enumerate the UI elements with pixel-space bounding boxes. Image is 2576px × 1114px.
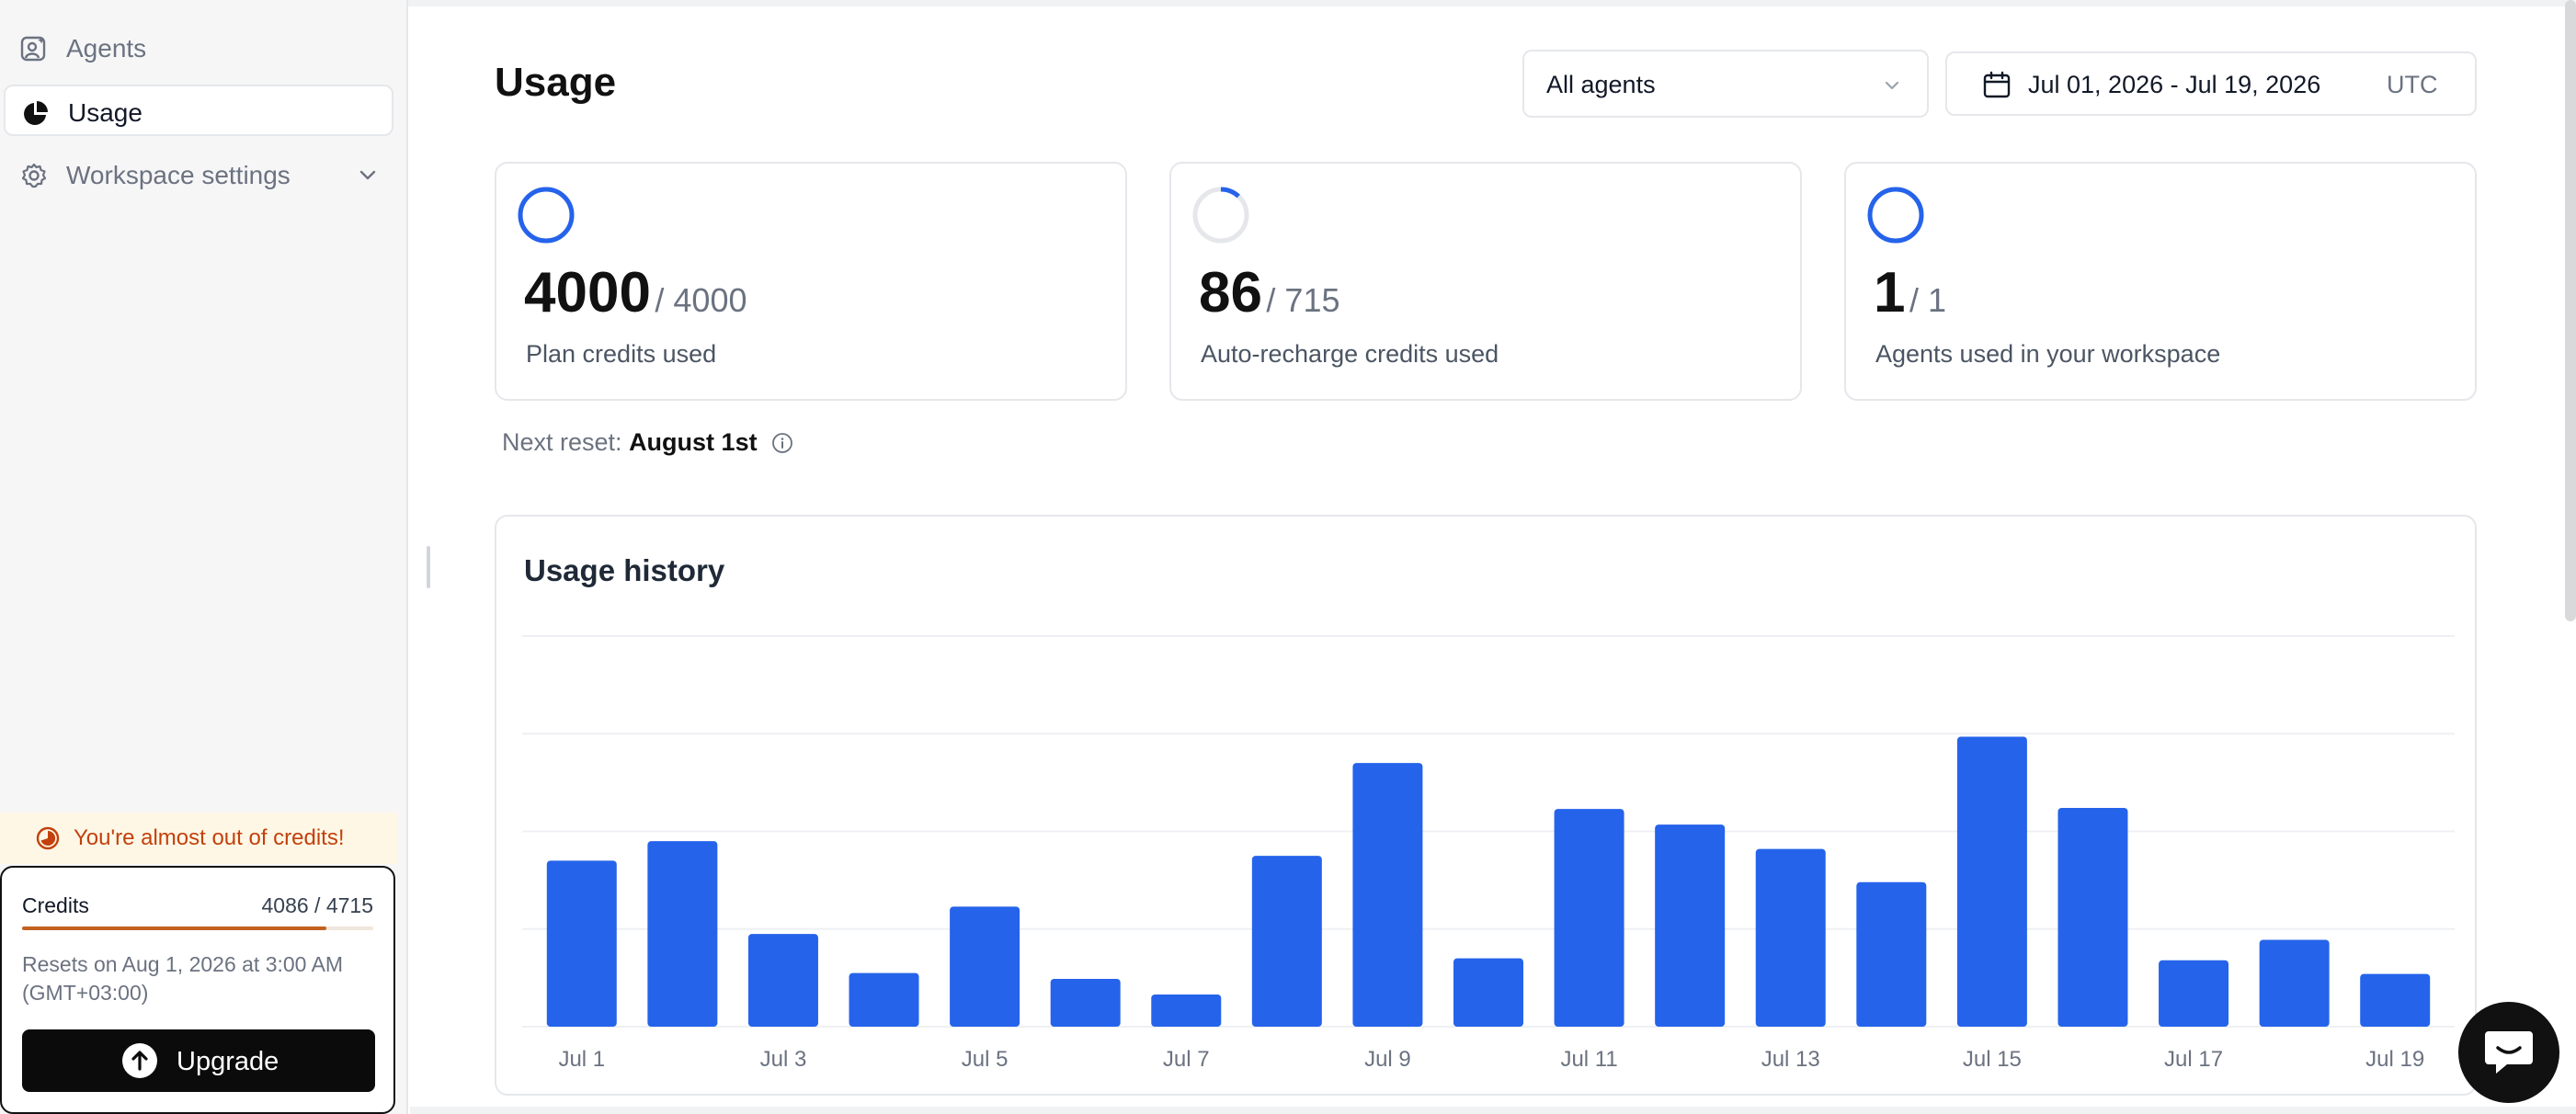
credits-reset-text: Resets on Aug 1, 2026 at 3:00 AM (GMT+03… <box>22 952 344 1005</box>
chart-bar-16[interactable] <box>2057 808 2128 1027</box>
low-credits-warning: You're almost out of credits! <box>0 813 397 864</box>
credits-card: Credits 4086 / 4715 Resets on Aug 1, 202… <box>0 866 395 1114</box>
credits-title: Credits <box>22 893 89 917</box>
progress-ring-icon <box>1192 187 1249 244</box>
stat-value: 1 <box>1874 261 1906 324</box>
chevron-down-icon[interactable] <box>357 164 379 186</box>
sidebar-item-label: Agents <box>66 34 147 63</box>
next-reset-label: Next reset: <box>502 428 622 456</box>
chart-tick-label: Jul 3 <box>760 1047 807 1072</box>
date-range-picker[interactable]: Jul 01, 2026 - Jul 19, 2026 UTC <box>1945 51 2477 116</box>
stat-total: / 715 <box>1266 281 1340 319</box>
chart-bar-1[interactable] <box>546 860 617 1027</box>
chart-tick-label: Jul 9 <box>1364 1047 1411 1072</box>
sidebar-resize-handle[interactable] <box>427 546 430 588</box>
warning-gauge-icon <box>36 826 60 850</box>
chart-tick-label: Jul 5 <box>962 1047 1009 1072</box>
usage-history-chart: Jul 1 Jul 3 Jul 5 Jul 7 Jul 9 Jul 11 Jul 13 Jul… <box>522 635 2455 1072</box>
stat-value: 4000 <box>524 261 651 324</box>
chart-bar-14[interactable] <box>1856 881 1927 1027</box>
chart-bar-10[interactable] <box>1453 958 1523 1027</box>
date-range-text: Jul 01, 2026 - Jul 19, 2026 <box>2028 71 2321 98</box>
bottom-border <box>410 1107 2576 1114</box>
chart-bar-15[interactable] <box>1956 736 2027 1027</box>
info-icon[interactable] <box>771 432 793 454</box>
agent-filter-select[interactable]: All agents <box>1522 50 1929 118</box>
page-scrollbar[interactable] <box>2565 0 2576 621</box>
stat-label: Auto-recharge credits used <box>1201 340 1499 368</box>
credits-progress-bar <box>22 926 373 930</box>
chart-bar-5[interactable] <box>950 906 1020 1027</box>
chart-tick-label: Jul 11 <box>1560 1047 1617 1072</box>
chat-icon <box>2485 1031 2533 1074</box>
chart-bar-13[interactable] <box>1755 848 1826 1027</box>
low-credits-text: You're almost out of credits! <box>74 825 345 850</box>
sidebar-item-label: Workspace settings <box>66 161 291 189</box>
stat-value: 86 <box>1199 261 1262 324</box>
stat-label: Plan credits used <box>526 340 717 368</box>
upgrade-button-label: Upgrade <box>177 1047 279 1076</box>
timezone-label: UTC <box>2387 71 2438 98</box>
stat-label: Agents used in your workspace <box>1875 340 2221 368</box>
chart-bar-17[interactable] <box>2159 960 2229 1027</box>
chart-bar-8[interactable] <box>1251 856 1322 1027</box>
plan-credits-card: 4000 / 4000 Plan credits used <box>495 162 1127 401</box>
chart-tick-label: Jul 7 <box>1163 1047 1210 1072</box>
support-chat-button[interactable] <box>2458 1002 2559 1103</box>
chart-tick-label: Jul 13 <box>1761 1047 1820 1072</box>
chart-bar-19[interactable] <box>2360 973 2431 1027</box>
stat-total: / 4000 <box>655 281 747 319</box>
chart-bar-6[interactable] <box>1050 978 1121 1027</box>
chart-tick-label: Jul 19 <box>2365 1047 2424 1072</box>
chart-bar-18[interactable] <box>2259 939 2330 1027</box>
progress-ring-icon <box>518 187 575 244</box>
sidebar-item-workspace-settings[interactable]: Workspace settings <box>4 149 393 200</box>
credits-value: 4086 / 4715 <box>261 893 373 917</box>
sidebar-item-label: Usage <box>68 98 142 127</box>
usage-history-card: Usage history Jul 1 Jul 3 Jul 5 Jul 7 Jul 9J… <box>495 515 2477 1096</box>
upgrade-button[interactable]: Upgrade <box>22 1029 375 1092</box>
page-title: Usage <box>495 60 617 105</box>
agents-icon <box>20 36 46 62</box>
gear-icon <box>21 163 47 188</box>
progress-ring-icon <box>1867 187 1924 244</box>
agents-used-card: 1 / 1 Agents used in your workspace <box>1844 162 2477 401</box>
chart-bar-7[interactable] <box>1151 994 1222 1027</box>
sidebar-item-agents[interactable]: Agents <box>4 22 393 74</box>
pie-chart-icon <box>24 101 48 125</box>
sidebar: Agents Usage Workspace settings You're a… <box>0 0 408 1114</box>
chart-bar-11[interactable] <box>1554 809 1624 1027</box>
calendar-icon <box>1983 71 2011 98</box>
credits-progress-fill <box>22 926 327 930</box>
arrow-up-circle-icon <box>122 1043 157 1078</box>
stat-total: / 1 <box>1909 281 1946 319</box>
chart-bar-3[interactable] <box>747 934 818 1027</box>
chart-tick-label: Jul 1 <box>558 1047 605 1072</box>
chart-tick-label: Jul 15 <box>1963 1047 2022 1072</box>
chart-bar-9[interactable] <box>1352 763 1423 1027</box>
chart-bar-4[interactable] <box>849 972 919 1027</box>
chevron-down-icon <box>1885 81 1899 90</box>
sidebar-item-usage[interactable]: Usage <box>4 85 393 136</box>
next-reset: Next reset: August 1st <box>502 428 793 456</box>
chart-tick-label: Jul 17 <box>2164 1047 2223 1072</box>
auto-recharge-credits-card: 86 / 715 Auto-recharge credits used <box>1169 162 1802 401</box>
agent-filter-value: All agents <box>1546 71 1656 98</box>
chart-bar-2[interactable] <box>647 841 718 1027</box>
chart-bar-12[interactable] <box>1655 824 1726 1027</box>
next-reset-date: August 1st <box>629 428 758 456</box>
